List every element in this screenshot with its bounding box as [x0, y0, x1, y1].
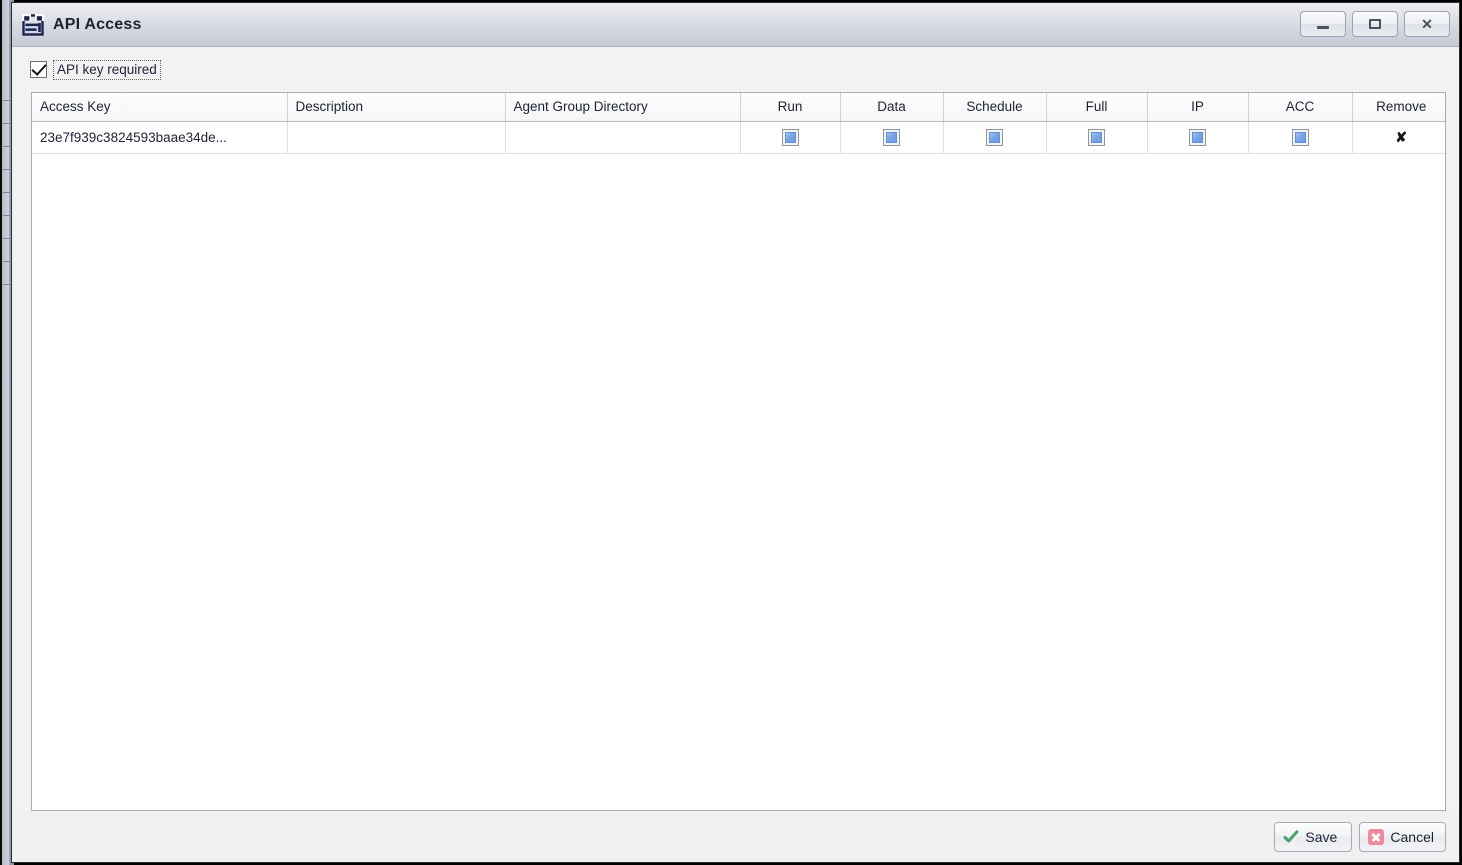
permission-toggle-data[interactable] — [840, 121, 944, 154]
maximize-icon — [1369, 19, 1381, 29]
column-header-ip[interactable]: IP — [1147, 93, 1249, 122]
window-titlebar[interactable]: API Access ✕ — [12, 3, 1459, 47]
save-button[interactable]: Save — [1274, 821, 1353, 852]
blue-square-icon[interactable] — [1291, 128, 1309, 146]
permission-toggle-acc[interactable] — [1248, 121, 1353, 154]
permission-toggle-schedule[interactable] — [943, 121, 1047, 154]
column-header-run[interactable]: Run — [740, 93, 841, 122]
save-button-label: Save — [1305, 828, 1338, 845]
cell-agent_group_directory[interactable] — [505, 121, 741, 154]
api-keys-table-panel: Access Key Description Agent Group Directo… — [31, 92, 1446, 811]
dialog-footer: Save Cancel — [12, 811, 1459, 862]
green-check-icon — [1283, 829, 1299, 842]
api-key-required-row[interactable]: API key required — [12, 47, 1459, 92]
remove-row-button[interactable]: ✘ — [1352, 121, 1445, 154]
permission-toggle-ip[interactable] — [1147, 121, 1249, 154]
blue-square-icon[interactable] — [781, 128, 799, 146]
minimize-icon — [1317, 26, 1329, 29]
column-header-acc[interactable]: ACC — [1248, 93, 1353, 122]
api-access-window: API Access ✕ API key required Access Key… — [11, 2, 1460, 863]
table-row[interactable]: 23e7f939c3824593baae34de... ✘ — [32, 121, 1445, 154]
cell-description[interactable] — [287, 121, 506, 154]
column-header-agent_group_directory[interactable]: Agent Group Directory — [505, 93, 741, 122]
column-header-description[interactable]: Description — [287, 93, 506, 122]
blue-square-icon[interactable] — [1088, 128, 1105, 146]
column-header-schedule[interactable]: Schedule — [943, 93, 1047, 122]
cancel-button[interactable]: Cancel — [1359, 821, 1446, 852]
table-body: 23e7f939c3824593baae34de... ✘ — [32, 121, 1445, 154]
window-controls: ✕ — [1300, 11, 1450, 37]
cancel-button-label: Cancel — [1390, 828, 1434, 845]
blue-square-icon[interactable] — [986, 128, 1003, 146]
column-header-remove[interactable]: Remove — [1352, 93, 1445, 122]
column-header-data[interactable]: Data — [840, 93, 944, 122]
close-button[interactable]: ✕ — [1404, 11, 1450, 37]
blue-square-icon[interactable] — [883, 128, 900, 146]
api-key-required-checkbox[interactable] — [30, 61, 47, 78]
permission-toggle-full[interactable] — [1046, 121, 1148, 154]
table-header-row: Access Key Description Agent Group Directo… — [32, 93, 1445, 122]
column-header-full[interactable]: Full — [1046, 93, 1148, 122]
table-empty-area — [32, 153, 1445, 810]
column-header-access_key[interactable]: Access Key — [32, 93, 288, 122]
permission-toggle-run[interactable] — [740, 121, 841, 154]
minimize-button[interactable] — [1300, 11, 1346, 37]
cell-access_key[interactable]: 23e7f939c3824593baae34de... — [32, 121, 288, 154]
maximize-button[interactable] — [1352, 11, 1398, 37]
blue-square-icon[interactable] — [1189, 128, 1206, 146]
api-keys-table: Access Key Description Agent Group Directo… — [32, 93, 1445, 154]
window-title: API Access — [53, 15, 142, 33]
api-key-required-label: API key required — [53, 59, 161, 80]
red-x-icon — [1368, 828, 1385, 845]
remove-x-icon[interactable]: ✘ — [1395, 129, 1407, 145]
table-header: Access Key Description Agent Group Directo… — [32, 93, 1445, 122]
close-icon: ✕ — [1421, 16, 1433, 32]
dialog-body: API key required Access Key Description Ag… — [12, 47, 1459, 862]
api-window-icon — [22, 13, 44, 36]
